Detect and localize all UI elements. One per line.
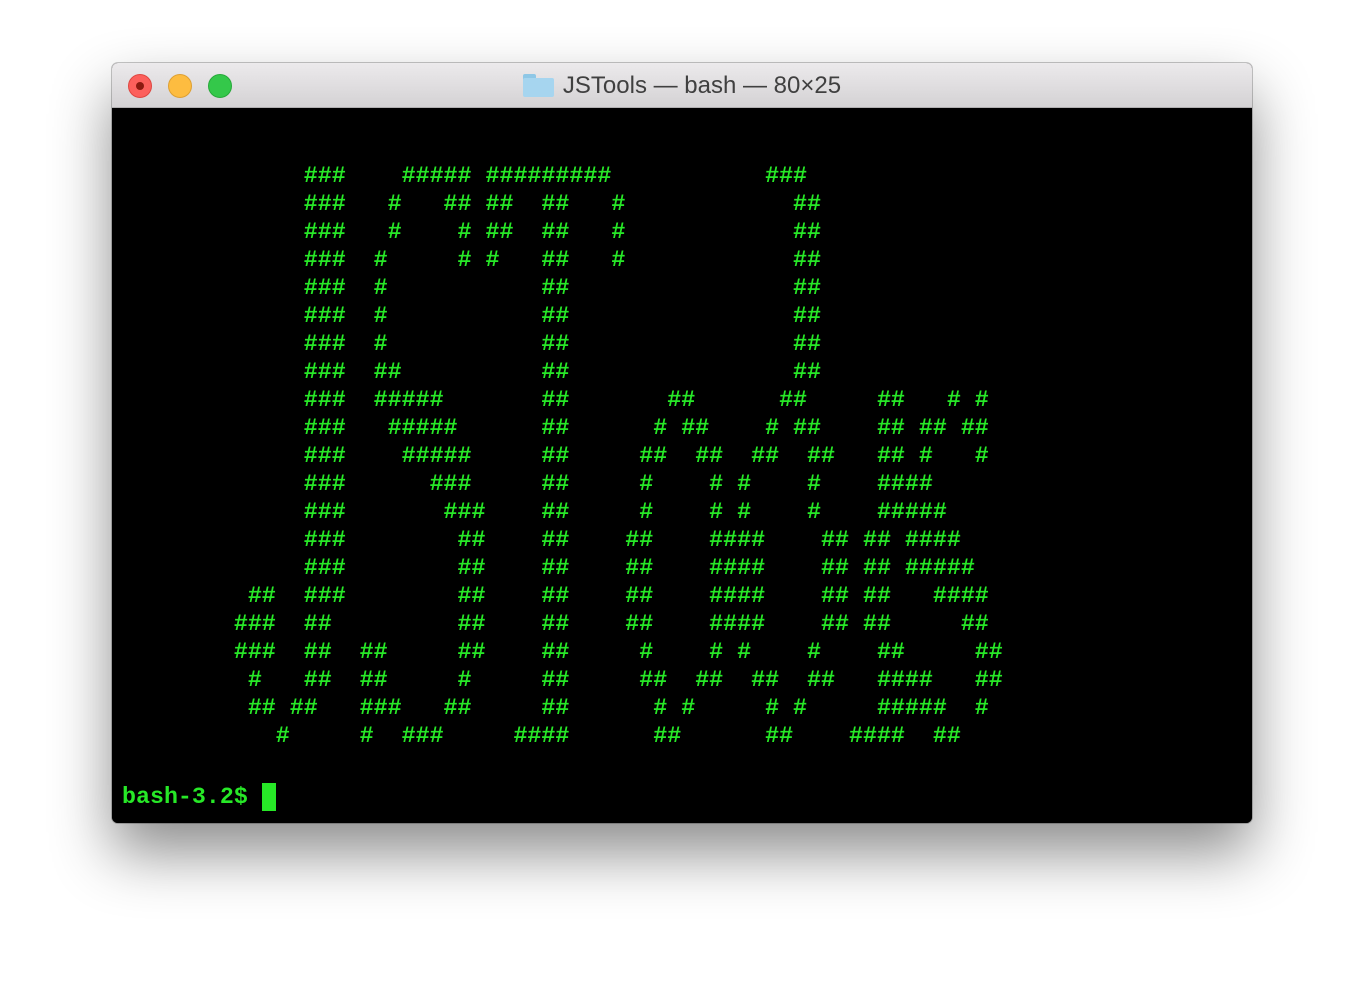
title-bar[interactable]: JSTools — bash — 80×25 [112, 63, 1252, 108]
window-title: JSTools — bash — 80×25 [562, 71, 842, 99]
shell-prompt: bash-3.2$ [122, 784, 262, 810]
window-title-area: JSTools — bash — 80×25 [112, 63, 1252, 108]
text-cursor [261, 783, 276, 811]
prompt-line[interactable]: bash-3.2$ [122, 783, 276, 811]
terminal-content[interactable]: ### ##### ######### ### ### # ## ## ## #… [112, 108, 1252, 823]
folder-icon [522, 74, 554, 97]
ascii-art-banner: ### ##### ######### ### ### # ## ## ## #… [233, 163, 1003, 749]
terminal-window: JSTools — bash — 80×25 ### ##### #######… [112, 63, 1252, 823]
